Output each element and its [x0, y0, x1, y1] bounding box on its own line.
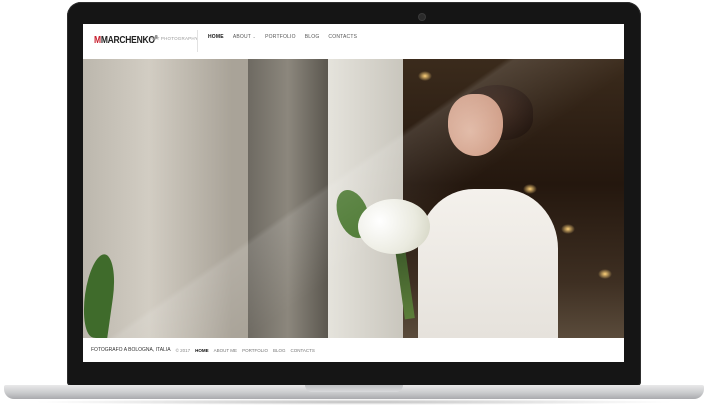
nav-item-about-label: ABOUT: [232, 34, 251, 40]
webcam: [419, 14, 425, 20]
footer-link-portfolio[interactable]: PORTFOLIO: [242, 348, 268, 353]
nav-item-about[interactable]: ABOUT ⌄: [233, 34, 256, 40]
website-screen: MMARCHENKO® ART PHOTOGRAPHY HOME ABOUT ⌄…: [83, 24, 624, 362]
footer-link-contacts[interactable]: CONTACTS: [291, 348, 315, 353]
hero-overlay: [83, 59, 624, 338]
nav-item-home[interactable]: HOME: [208, 34, 224, 40]
hero-image: [83, 59, 624, 338]
laptop-notch: [305, 385, 403, 392]
footer-copyright: © 2017: [175, 347, 191, 353]
nav-item-portfolio[interactable]: PORTFOLIO: [265, 34, 296, 40]
nav-item-blog[interactable]: BLOG: [305, 34, 320, 40]
footer-link-blog[interactable]: BLOG: [273, 348, 286, 353]
header-divider: [197, 30, 198, 52]
main-nav: HOME ABOUT ⌄ PORTFOLIO BLOG CONTACTS: [208, 34, 357, 40]
site-logo[interactable]: MMARCHENKO®: [94, 35, 158, 46]
laptop-shadow: [30, 399, 678, 405]
site-header: MMARCHENKO® ART PHOTOGRAPHY HOME ABOUT ⌄…: [83, 24, 624, 60]
footer-link-home[interactable]: HOME: [195, 348, 209, 353]
logo-mark: M: [94, 35, 101, 46]
nav-item-contacts[interactable]: CONTACTS: [328, 34, 357, 40]
footer-link-about[interactable]: ABOUT ME: [214, 348, 237, 353]
footer-title: FOTOGRAFO A BOLOGNA, ITALIA: [91, 347, 171, 353]
logo-text: MARCHENKO: [100, 35, 155, 46]
site-tagline: ART PHOTOGRAPHY: [150, 36, 199, 41]
site-footer: FOTOGRAFO A BOLOGNA, ITALIA © 2017 HOME …: [83, 338, 624, 362]
chevron-down-icon: ⌄: [252, 34, 257, 39]
